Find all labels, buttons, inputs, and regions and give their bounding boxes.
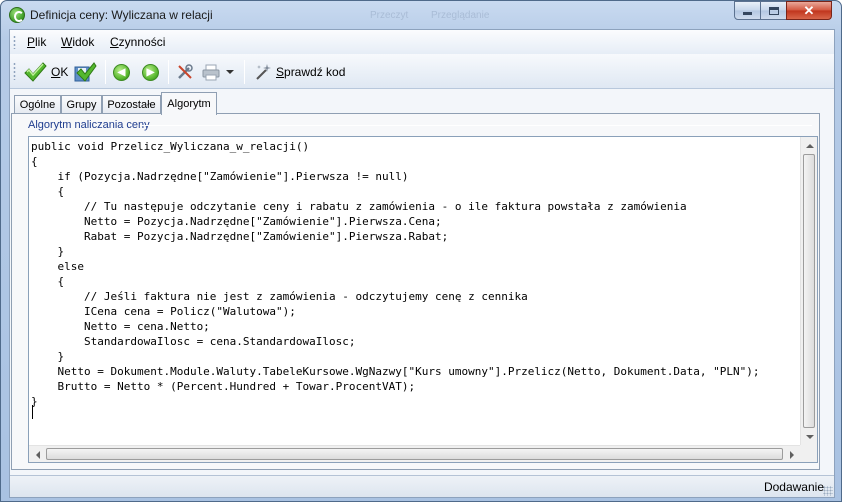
- toolbar-separator: [105, 60, 106, 84]
- vertical-scroll-thumb[interactable]: [803, 154, 815, 428]
- scrollbar-corner: [800, 445, 817, 462]
- title-bar[interactable]: Definicja ceny: Wyliczana w relacji Prze…: [1, 1, 841, 29]
- back-arrow-icon: ◀: [113, 63, 130, 81]
- code-line: if (Pozycja.Nadrzędne["Zamówienie"].Pier…: [31, 170, 409, 183]
- tab-algorytm[interactable]: Algorytm: [161, 92, 217, 115]
- code-line: Rabat = Pozycja.Nadrzędne["Zamówienie"].…: [31, 230, 449, 243]
- window-client-area: Plik Widok Czynności OK ◀ ▶ Sprawdź kod …: [9, 29, 835, 498]
- scroll-down-button[interactable]: [801, 428, 817, 445]
- checkmark-icon: [24, 62, 47, 82]
- tools-icon: [178, 64, 193, 79]
- scroll-left-button[interactable]: [29, 446, 46, 462]
- save-ok-button[interactable]: [73, 61, 97, 83]
- dropdown-arrow-icon[interactable]: [226, 70, 234, 74]
- horizontal-scroll-thumb[interactable]: [46, 448, 783, 460]
- code-line: StandardowaIlosc = cena.StandardowaIlosc…: [31, 335, 356, 348]
- vertical-scrollbar[interactable]: [800, 137, 817, 445]
- text-caret: [32, 405, 33, 419]
- back-button[interactable]: ◀: [113, 61, 130, 83]
- status-bar: Dodawanie: [10, 475, 834, 497]
- code-line: ICena cena = Policz("Walutowa");: [31, 305, 296, 318]
- arrow-right-icon: [789, 450, 794, 459]
- resize-grip[interactable]: [823, 486, 833, 496]
- menu-plik[interactable]: Plik: [27, 35, 46, 49]
- code-line: Brutto = Netto * (Percent.Hundred + Towa…: [31, 380, 416, 393]
- window-title: Definicja ceny: Wyliczana w relacji: [30, 8, 213, 22]
- check-code-button[interactable]: Sprawdź kod: [254, 61, 345, 83]
- toolbar: OK ◀ ▶ Sprawdź kod: [10, 54, 834, 89]
- code-line: Netto = Pozycja.Nadrzędne["Zamówienie"].…: [31, 215, 442, 228]
- menu-czynnosci[interactable]: Czynności: [110, 35, 165, 49]
- toolbar-grip[interactable]: [13, 62, 16, 80]
- horizontal-scrollbar[interactable]: [29, 445, 800, 462]
- check-code-label: Sprawdź kod: [276, 65, 346, 79]
- print-icon: [202, 64, 220, 81]
- wand-icon: [256, 64, 271, 80]
- main-window: Definicja ceny: Wyliczana w relacji Prze…: [0, 0, 842, 502]
- arrow-up-icon: [805, 143, 814, 148]
- maximize-button[interactable]: [760, 1, 787, 20]
- scroll-right-button[interactable]: [783, 446, 800, 462]
- arrow-left-icon: [35, 450, 40, 459]
- ok-button[interactable]: OK: [23, 61, 68, 83]
- code-line: public void Przelicz_Wyliczana_w_relacji…: [31, 140, 310, 153]
- group-divider: [140, 125, 812, 126]
- minimize-button[interactable]: [734, 1, 761, 20]
- arrow-down-icon: [805, 434, 814, 439]
- tab-ogolne[interactable]: Ogólne: [14, 95, 61, 114]
- group-title: Algorytm naliczania ceny: [28, 119, 150, 131]
- code-line: }: [31, 245, 65, 258]
- ok-label: OK: [51, 65, 69, 79]
- forward-button[interactable]: ▶: [142, 61, 159, 83]
- scroll-up-button[interactable]: [801, 137, 817, 154]
- code-line: // Jeśli faktura nie jest z zamówienia -…: [31, 290, 528, 303]
- toolbar-separator: [244, 60, 245, 84]
- code-line: // Tu następuje odczytanie ceny i rabatu…: [31, 200, 687, 213]
- print-button[interactable]: [202, 61, 234, 83]
- maximize-icon: [768, 6, 779, 15]
- menu-grip[interactable]: [13, 35, 16, 49]
- code-editor[interactable]: public void Przelicz_Wyliczana_w_relacji…: [28, 136, 818, 463]
- tab-strip: Ogólne Grupy Pozostałe Algorytm: [10, 92, 834, 115]
- close-icon: ✕: [803, 2, 815, 18]
- code-line: else: [31, 260, 84, 273]
- ghost-title-left: Przeczyt: [370, 10, 409, 21]
- code-text-area[interactable]: public void Przelicz_Wyliczana_w_relacji…: [31, 139, 801, 444]
- algorithm-tab-panel: Algorytm naliczania ceny public void Prz…: [11, 113, 820, 470]
- code-line: }: [31, 395, 38, 408]
- code-line: }: [31, 350, 65, 363]
- code-line: {: [31, 275, 65, 288]
- app-icon[interactable]: [9, 7, 25, 23]
- code-line: Netto = cena.Netto;: [31, 320, 210, 333]
- menu-bar: Plik Widok Czynności: [10, 30, 834, 54]
- code-line: Netto = Dokument.Module.Waluty.TabeleKur…: [31, 365, 760, 378]
- tab-pozostale[interactable]: Pozostałe: [102, 95, 161, 114]
- menu-widok[interactable]: Widok: [61, 35, 94, 49]
- status-mode: Dodawanie: [763, 480, 824, 494]
- minimize-icon: [743, 12, 752, 15]
- save-checkmark-icon: [74, 62, 97, 82]
- code-line: {: [31, 155, 38, 168]
- tools-button[interactable]: [176, 61, 194, 83]
- close-button[interactable]: ✕: [786, 1, 832, 20]
- forward-arrow-icon: ▶: [142, 63, 159, 81]
- code-line: {: [31, 185, 65, 198]
- toolbar-separator: [168, 60, 169, 84]
- tab-grupy[interactable]: Grupy: [61, 95, 102, 114]
- ghost-title-right: Przeglądanie: [431, 10, 490, 21]
